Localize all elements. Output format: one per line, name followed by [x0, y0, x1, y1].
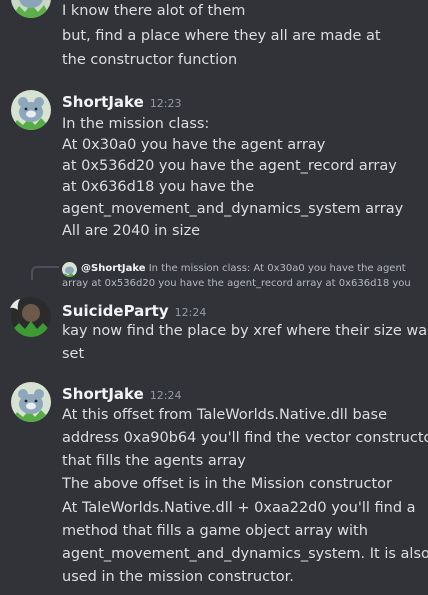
timestamp: 12:24 [149, 389, 182, 402]
message-text: at 0x636d18 you have the [62, 179, 255, 195]
message-text: kay now find the place by xref where the… [62, 323, 428, 339]
timestamp: 12:23 [149, 97, 182, 110]
message-text: I know there alot of them [62, 3, 246, 19]
message-text: The above offset is in the Mission const… [62, 476, 392, 492]
timestamp: 12:24 [174, 306, 207, 319]
reply-preview-continued[interactable]: array at 0x536d20 you have the agent_rec… [62, 276, 411, 292]
message-text: that fills the agents array [62, 453, 246, 469]
reply-avatar[interactable] [62, 262, 77, 277]
message-text: At this offset from TaleWorlds.Native.dl… [62, 407, 388, 423]
message-text: at 0x536d20 you have the agent_record ar… [62, 158, 397, 174]
reply-text: In the mission class: At 0x30a0 you have… [148, 263, 406, 274]
bear-avatar-icon [11, 382, 51, 422]
message-text: but, find a place where they all are mad… [62, 28, 381, 44]
message-text: address 0xa90b64 you'll find the vector … [62, 430, 428, 446]
bear-avatar-icon [11, 0, 51, 18]
avatar[interactable] [11, 90, 51, 130]
message-header: ShortJake 12:23 [62, 92, 182, 114]
message-text: used in the mission constructor. [62, 569, 294, 585]
reply-author[interactable]: @ShortJake [81, 263, 146, 274]
message-text: agent_movement_and_dynamics_system. It i… [62, 546, 428, 562]
message-text: At 0x30a0 you have the agent array [62, 137, 326, 153]
message-text: the constructor function [62, 52, 238, 68]
message-text: At TaleWorlds.Native.dll + 0xaa22d0 you'… [62, 500, 416, 516]
reply-connector [31, 266, 59, 280]
author-name[interactable]: ShortJake [62, 93, 144, 111]
author-name[interactable]: SuicideParty [62, 302, 169, 320]
reply-preview[interactable]: @ShortJake In the mission class: At 0x30… [81, 261, 406, 277]
message-text: set [62, 346, 85, 362]
message-text: method that fills a game object array wi… [62, 523, 368, 539]
message-header: ShortJake 12:24 [62, 384, 182, 406]
author-name[interactable]: ShortJake [62, 385, 144, 403]
message-text: All are 2040 in size [62, 223, 201, 239]
avatar[interactable] [11, 0, 51, 18]
bear-avatar-icon [62, 262, 77, 277]
message-text: In the mission class: [62, 116, 210, 132]
message-text: agent_movement_and_dynamics_system array [62, 201, 404, 217]
bear-avatar-icon [11, 90, 51, 130]
wing-badge-icon [10, 299, 20, 310]
avatar[interactable] [11, 382, 51, 422]
